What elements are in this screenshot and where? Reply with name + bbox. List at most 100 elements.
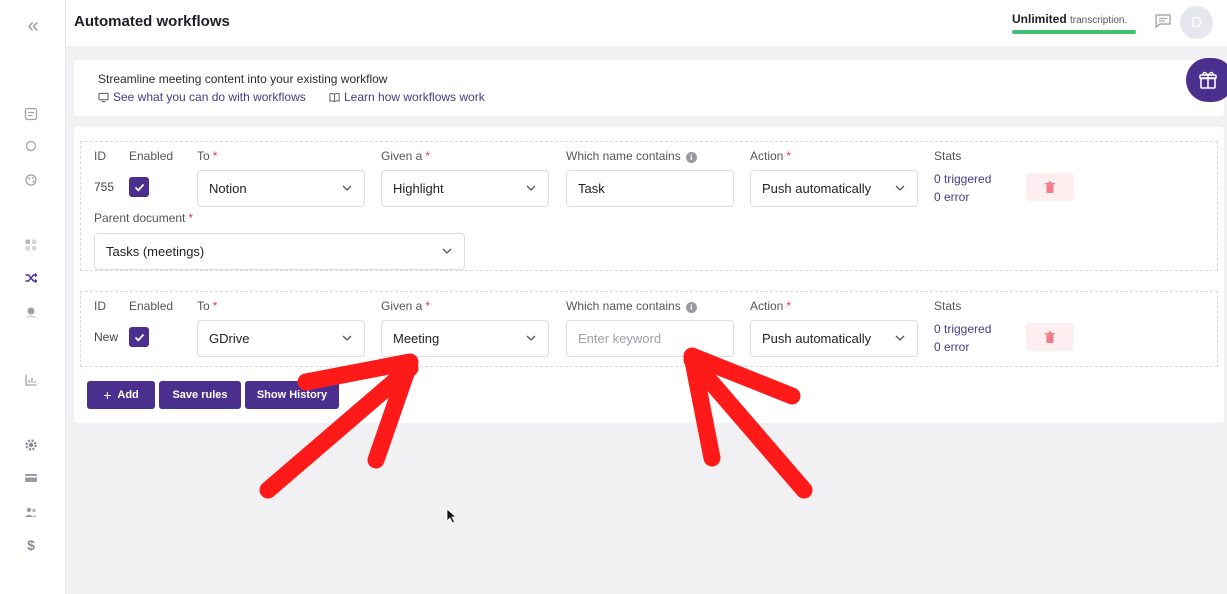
enabled-label: Enabled: [129, 299, 174, 313]
chat-icon[interactable]: [1154, 13, 1172, 29]
mouse-cursor-icon: [446, 508, 458, 524]
see-workflows-link-label: See what you can do with workflows: [113, 90, 306, 104]
workflow-info-card: Streamline meeting content into your exi…: [74, 60, 1224, 116]
required-mark: *: [786, 149, 792, 163]
parent-document-value: Tasks (meetings): [106, 244, 205, 259]
enabled-checkbox[interactable]: [129, 327, 149, 347]
dollar-icon[interactable]: $: [21, 535, 41, 555]
given-label: Given a *: [381, 299, 430, 313]
page-title: Automated workflows: [74, 13, 230, 30]
delete-rule-button[interactable]: [1026, 323, 1074, 351]
shuffle-icon[interactable]: [21, 268, 41, 288]
chevron-down-icon: [895, 335, 905, 341]
trigger-type-select[interactable]: Highlight: [381, 170, 549, 207]
show-history-button[interactable]: Show History: [245, 381, 339, 409]
avatar[interactable]: D: [1180, 6, 1213, 39]
book-icon: [329, 92, 340, 102]
enabled-checkbox[interactable]: [129, 177, 149, 197]
gift-button[interactable]: [1186, 58, 1227, 102]
rule-id: 755: [94, 180, 115, 194]
required-mark: *: [212, 299, 218, 313]
parent-document-label: Parent document *: [94, 211, 193, 225]
chevron-down-icon: [526, 185, 536, 191]
contains-label: Which name contains i: [566, 149, 697, 163]
collapse-sidebar-icon[interactable]: «: [22, 14, 44, 38]
required-mark: *: [786, 299, 792, 313]
trash-icon: [1045, 181, 1055, 193]
info-icon[interactable]: i: [685, 302, 697, 313]
stats-label: Stats: [934, 149, 962, 163]
see-workflows-link[interactable]: See what you can do with workflows: [98, 90, 306, 104]
destination-select[interactable]: GDrive: [197, 320, 365, 357]
required-mark: *: [425, 149, 431, 163]
user-pin-icon[interactable]: [21, 302, 41, 322]
destination-value: Notion: [209, 181, 247, 196]
given-label-text: Given a: [381, 299, 423, 313]
plan-progress-bar: [1012, 30, 1136, 34]
info-text: Streamline meeting content into your exi…: [98, 72, 388, 86]
error-count: 0 error: [934, 340, 970, 354]
plan-sub: transcription.: [1070, 15, 1128, 26]
action-label: Action *: [750, 299, 791, 313]
card-icon[interactable]: [21, 468, 41, 488]
notes-icon[interactable]: [21, 104, 41, 124]
chevron-down-icon: [526, 335, 536, 341]
id-label: ID: [94, 299, 106, 313]
check-icon: [134, 333, 144, 342]
keyword-input[interactable]: Enter keyword: [566, 320, 734, 357]
plan-indicator[interactable]: Unlimited transcription.: [1012, 12, 1127, 26]
action-select[interactable]: Push automatically: [750, 170, 918, 207]
action-select[interactable]: Push automatically: [750, 320, 918, 357]
given-label: Given a *: [381, 149, 430, 163]
action-value: Push automatically: [762, 331, 872, 346]
trigger-type-select[interactable]: Meeting: [381, 320, 549, 357]
triggered-count: 0 triggered: [934, 172, 992, 186]
to-label-text: To: [197, 149, 210, 163]
triggered-count: 0 triggered: [934, 322, 992, 336]
search-icon[interactable]: [21, 136, 41, 156]
rule-row: ID Enabled To * Given a * Which name conta…: [80, 291, 1218, 367]
learn-workflows-link[interactable]: Learn how workflows work: [329, 90, 485, 104]
keyword-input[interactable]: Task: [566, 170, 734, 207]
sidebar: « $: [0, 0, 66, 594]
chart-icon[interactable]: [21, 370, 41, 390]
error-count: 0 error: [934, 190, 970, 204]
plan-name: Unlimited: [1012, 12, 1067, 26]
chevron-down-icon: [895, 185, 905, 191]
to-label: To *: [197, 149, 217, 163]
palette-icon[interactable]: [21, 170, 41, 190]
gift-icon: [1199, 71, 1217, 89]
gear-icon[interactable]: [21, 435, 41, 455]
save-rules-button[interactable]: Save rules: [159, 381, 241, 409]
trigger-type-value: Highlight: [393, 181, 444, 196]
action-label-text: Action: [750, 149, 784, 163]
rules-panel: ID Enabled To * Given a * Which name conta…: [74, 127, 1224, 423]
rule-id: New: [94, 330, 119, 344]
action-label: Action *: [750, 149, 791, 163]
info-icon[interactable]: i: [685, 152, 697, 163]
parent-document-select[interactable]: Tasks (meetings): [94, 233, 465, 270]
chevron-down-icon: [442, 248, 452, 254]
to-label: To *: [197, 299, 217, 313]
chevron-down-icon: [342, 185, 352, 191]
destination-value: GDrive: [209, 331, 250, 346]
trash-icon: [1045, 331, 1055, 343]
stats-label: Stats: [934, 299, 962, 313]
required-mark: *: [212, 149, 218, 163]
required-mark: *: [188, 211, 194, 225]
chevron-down-icon: [342, 335, 352, 341]
destination-select[interactable]: Notion: [197, 170, 365, 207]
plus-icon: +: [103, 387, 112, 403]
to-label-text: To: [197, 299, 210, 313]
parent-document-label-text: Parent document: [94, 211, 186, 225]
enabled-label: Enabled: [129, 149, 174, 163]
check-icon: [134, 183, 144, 192]
apps-icon[interactable]: [21, 235, 41, 255]
add-rule-button[interactable]: + Add: [87, 381, 155, 409]
rule-row: ID Enabled To * Given a * Which name conta…: [80, 141, 1218, 271]
action-value: Push automatically: [762, 181, 872, 196]
required-mark: *: [425, 299, 431, 313]
contains-label: Which name contains i: [566, 299, 697, 313]
delete-rule-button[interactable]: [1026, 173, 1074, 201]
team-icon[interactable]: [21, 502, 41, 522]
